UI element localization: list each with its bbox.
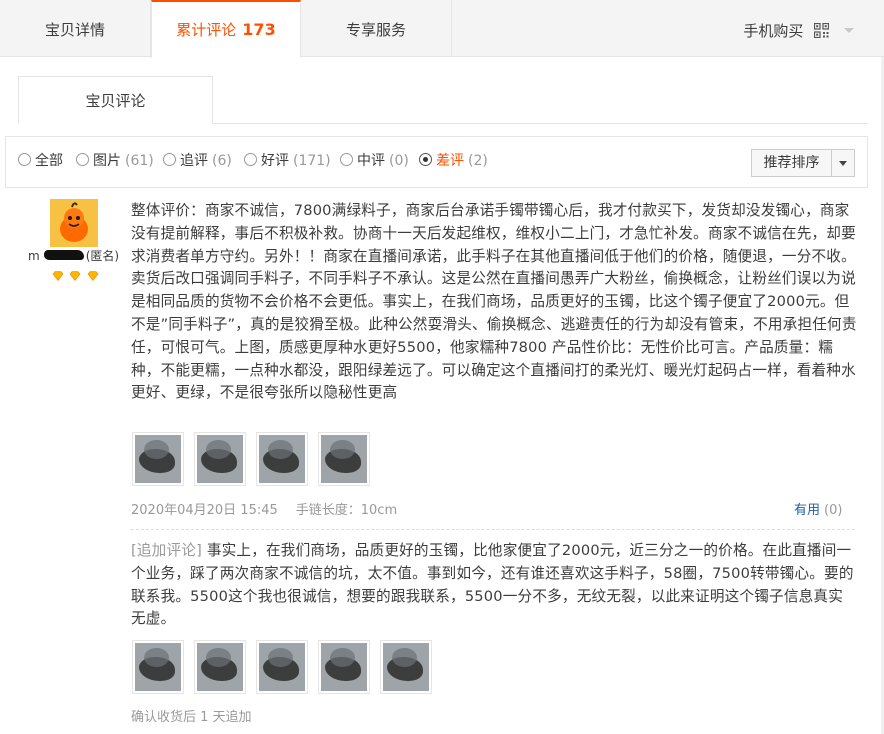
- chevron-down-icon: [844, 28, 854, 33]
- filter-label: 追评: [180, 153, 208, 169]
- subtab-label: 宝贝评论: [85, 92, 146, 110]
- review-photo-thumbnail[interactable]: [380, 640, 432, 694]
- review-photo-thumbnail[interactable]: [318, 640, 370, 694]
- avatar: [50, 199, 98, 247]
- filter-count: (61): [125, 153, 154, 169]
- review-photo-thumbnail[interactable]: [194, 432, 246, 486]
- name-redaction: [43, 250, 84, 260]
- append-tag: [追加评论]: [131, 542, 202, 559]
- useful-count: (0): [824, 503, 843, 518]
- reviewer-name: m (匿名): [28, 247, 128, 264]
- filter-neutral[interactable]: 中评 (0): [340, 137, 409, 187]
- filter-count: (171): [293, 153, 331, 169]
- photo-image: [135, 643, 181, 691]
- name-prefix: m: [28, 249, 40, 263]
- qr-code-icon: [814, 23, 830, 38]
- review-photo-thumbnail[interactable]: [318, 432, 370, 486]
- review-photo-thumbnail[interactable]: [132, 432, 184, 486]
- radio-icon[interactable]: [18, 153, 31, 166]
- radio-icon[interactable]: [419, 153, 432, 166]
- tab-label: 累计评论: [176, 21, 237, 39]
- filter-follow-up[interactable]: 追评 (6): [163, 137, 232, 187]
- mobile-buy-button[interactable]: 手机购买: [743, 0, 854, 57]
- diamond-icon: [70, 271, 81, 281]
- review-photo-thumbnail[interactable]: [132, 640, 184, 694]
- append-time-note: 确认收货后 1 天追加: [131, 710, 252, 725]
- chevron-down-icon: [839, 161, 847, 166]
- append-content: 事实上，在我们商场，品质更好的玉镯，比他家便宜了2000元，近三分之一的价格。在…: [131, 542, 854, 628]
- review-photo-thumbnail[interactable]: [194, 640, 246, 694]
- review-filter-bar: 全部 图片 (61) 追评 (6) 好评 (171) 中评 (0) 差评 (2) 推荐排序: [5, 136, 868, 188]
- tab-reviews[interactable]: 累计评论 173: [151, 0, 301, 58]
- photo-image: [135, 435, 181, 483]
- photo-image: [259, 435, 305, 483]
- photo-image: [383, 643, 429, 691]
- review-content: 整体评价：商家不诚信，7800满绿料子，商家后台承诺手镯带镯心后，我才付款买下，…: [131, 202, 857, 402]
- radio-icon[interactable]: [76, 153, 89, 166]
- reviewer-level-badges: [52, 269, 100, 281]
- radio-icon[interactable]: [340, 153, 353, 166]
- filter-label: 差评: [436, 153, 464, 169]
- tab-label: 宝贝详情: [44, 21, 105, 39]
- divider: [131, 529, 855, 530]
- review-photo-thumbnail[interactable]: [256, 640, 308, 694]
- mascot-icon: [50, 199, 98, 247]
- mobile-buy-label: 手机购买: [743, 22, 804, 40]
- useful-label[interactable]: 有用: [794, 503, 820, 518]
- diamond-icon: [87, 271, 99, 281]
- filter-label: 全部: [35, 153, 63, 169]
- sort-dropdown[interactable]: 推荐排序: [751, 149, 855, 177]
- tab-bar: 宝贝详情 累计评论 173 专享服务 手机购买: [0, 0, 884, 58]
- photo-image: [321, 435, 367, 483]
- photo-image: [197, 643, 243, 691]
- review-meta: 2020年04月20日 15:45 手链长度：10cm: [131, 499, 397, 518]
- tab-item-details[interactable]: 宝贝详情: [0, 0, 151, 57]
- anonymous-label: (匿名): [85, 249, 120, 263]
- review-count: 173: [242, 20, 276, 39]
- appended-photos: [132, 640, 442, 694]
- review-photos: [132, 432, 380, 486]
- filter-all[interactable]: 全部: [18, 137, 67, 187]
- tab-label: 专享服务: [345, 21, 406, 39]
- sort-label: 推荐排序: [752, 150, 832, 176]
- review-date: 2020年04月20日 15:45: [131, 503, 278, 518]
- filter-positive[interactable]: 好评 (171): [244, 137, 331, 187]
- review-photo-thumbnail[interactable]: [256, 432, 308, 486]
- useful-button[interactable]: 有用 (0): [794, 499, 842, 518]
- filter-negative[interactable]: 差评 (2): [419, 137, 488, 187]
- appended-review: [追加评论] 事实上，在我们商场，品质更好的玉镯，比他家便宜了2000元，近三分…: [131, 540, 857, 631]
- photo-image: [321, 643, 367, 691]
- radio-icon[interactable]: [163, 153, 176, 166]
- filter-images[interactable]: 图片 (61): [76, 137, 154, 187]
- filter-count: (0): [389, 153, 409, 169]
- radio-icon[interactable]: [244, 153, 257, 166]
- tab-exclusive-service[interactable]: 专享服务: [301, 0, 452, 57]
- photo-image: [259, 643, 305, 691]
- filter-count: (2): [468, 153, 488, 169]
- filter-label: 中评: [357, 153, 385, 169]
- filter-label: 图片: [93, 153, 121, 169]
- sku-spec: 手链长度：10cm: [295, 503, 398, 518]
- photo-image: [197, 435, 243, 483]
- tab-product-reviews[interactable]: 宝贝评论: [18, 76, 213, 124]
- filter-label: 好评: [261, 153, 289, 169]
- filter-count: (6): [212, 153, 232, 169]
- diamond-icon: [52, 271, 64, 281]
